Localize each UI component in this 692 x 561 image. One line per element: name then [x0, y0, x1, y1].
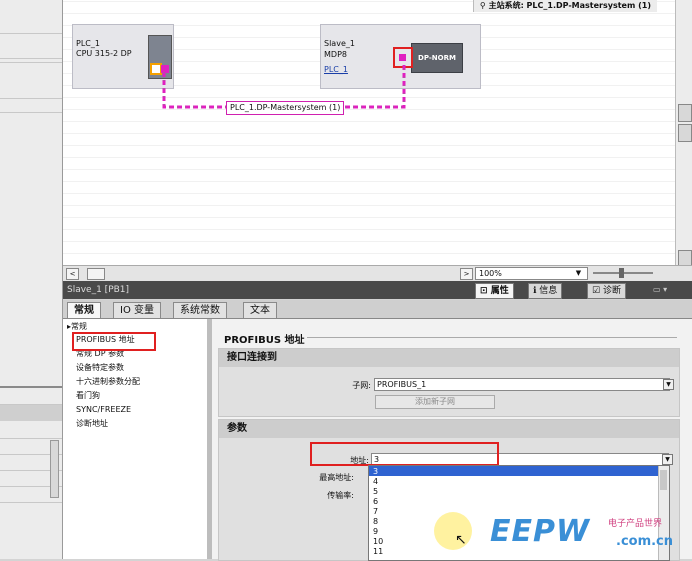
- nav-highlight-box: [72, 332, 156, 351]
- dropdown-option[interactable]: 9: [373, 527, 378, 536]
- dropdown-option[interactable]: 7: [373, 507, 378, 516]
- left-row: [0, 62, 62, 63]
- chevron-down-icon[interactable]: ▼: [663, 379, 674, 390]
- tab-diagnostics[interactable]: ☑ 诊断: [587, 283, 626, 299]
- params-title: 参数: [219, 420, 679, 438]
- scroll-thumb[interactable]: [87, 268, 105, 280]
- left-scrollbar[interactable]: [50, 440, 59, 498]
- tab-general[interactable]: 常规: [67, 302, 101, 318]
- left-row: [0, 112, 62, 113]
- profibus-line[interactable]: [63, 0, 675, 265]
- section-title: PROFIBUS 地址: [224, 335, 305, 346]
- mouse-pointer-icon: ↖: [455, 532, 467, 548]
- interface-title: 接口连接到: [219, 349, 679, 367]
- scroll-right-arrow[interactable]: >: [460, 268, 473, 280]
- inspector-tabs: 常规 IO 变量 系统常数 文本: [63, 300, 692, 319]
- properties-header: Slave_1 [PB1] ⊡ 属性 ℹ 信息 ☑ 诊断 ▭ ▾: [63, 281, 692, 299]
- left-row: [0, 58, 62, 59]
- transmission-rate-label: 传输率:: [327, 491, 354, 500]
- side-tab[interactable]: [678, 124, 692, 142]
- dropdown-scroll-thumb[interactable]: [660, 470, 667, 490]
- left-panel-strip: [0, 0, 63, 559]
- left-row: [0, 502, 62, 503]
- chevron-down-icon[interactable]: ▼: [573, 268, 584, 278]
- subnet-select[interactable]: PROFIBUS_1: [374, 378, 670, 391]
- window-controls-icon[interactable]: ▭ ▾: [653, 285, 683, 295]
- left-row: [0, 98, 62, 99]
- dropdown-option[interactable]: 11: [373, 547, 383, 556]
- dropdown-option[interactable]: 5: [373, 487, 378, 496]
- left-row: [0, 386, 62, 388]
- dropdown-option-selected[interactable]: [369, 466, 669, 476]
- watermark-domain: .com.cn: [616, 534, 674, 549]
- canvas-scrollbar[interactable]: < > 100% ▼: [63, 265, 692, 281]
- nav-item-device-params[interactable]: 设备特定参数: [76, 362, 124, 374]
- tab-info[interactable]: ℹ 信息: [528, 283, 563, 299]
- properties-icon: ⊡: [480, 286, 491, 296]
- zoom-select[interactable]: 100%: [475, 267, 588, 280]
- watermark-subtitle: 电子产品世界: [608, 519, 663, 529]
- highest-address-label: 最高地址:: [319, 473, 354, 482]
- canvas-side-panel: [675, 0, 692, 268]
- left-row: [0, 404, 62, 421]
- dropdown-option[interactable]: 6: [373, 497, 378, 506]
- nav-item-sync-freeze[interactable]: SYNC/FREEZE: [76, 404, 131, 416]
- left-row: [0, 33, 62, 34]
- add-subnet-button[interactable]: 添加新子网: [375, 395, 495, 409]
- tab-system-constants[interactable]: 系统常数: [173, 302, 227, 318]
- bus-label[interactable]: PLC_1.DP-Mastersystem (1): [226, 101, 345, 115]
- watermark: EEPW 电子产品世界 .com.cn: [490, 514, 690, 559]
- nav-item-diag-address[interactable]: 诊断地址: [76, 418, 108, 430]
- subnet-label: 子网:: [352, 381, 371, 390]
- properties-title: Slave_1 [PB1]: [67, 285, 130, 295]
- scroll-left-arrow[interactable]: <: [66, 268, 79, 280]
- dropdown-option[interactable]: 4: [373, 477, 378, 486]
- dropdown-option[interactable]: 8: [373, 517, 378, 526]
- zoom-slider-thumb[interactable]: [619, 268, 624, 278]
- nav-item-hex-params[interactable]: 十六进制参数分配: [76, 376, 140, 388]
- watermark-logo: EEPW: [490, 514, 591, 549]
- tab-texts[interactable]: 文本: [243, 302, 277, 318]
- address-highlight-box: [310, 442, 499, 466]
- diagnostics-icon: ☑: [592, 286, 603, 296]
- side-tab[interactable]: [678, 104, 692, 122]
- nav-item-watchdog[interactable]: 看门狗: [76, 390, 100, 402]
- network-view-canvas[interactable]: ⚲ 主站系统: PLC_1.DP-Mastersystem (1) PLC_1 …: [63, 0, 675, 265]
- divider: [307, 337, 677, 338]
- chevron-down-icon[interactable]: ▼: [662, 454, 673, 465]
- tab-properties[interactable]: ⊡ 属性: [475, 283, 514, 299]
- left-row: [0, 438, 62, 439]
- dropdown-option[interactable]: 10: [373, 537, 383, 546]
- interface-panel: 接口连接到 子网: PROFIBUS_1 ▼ 添加新子网: [218, 348, 680, 417]
- navigation-tree: ▸常规 PROFIBUS 地址 常规 DP 参数 设备特定参数 十六进制参数分配…: [63, 319, 208, 559]
- tab-io-tags[interactable]: IO 变量: [113, 302, 161, 318]
- dropdown-option[interactable]: 3: [373, 467, 378, 476]
